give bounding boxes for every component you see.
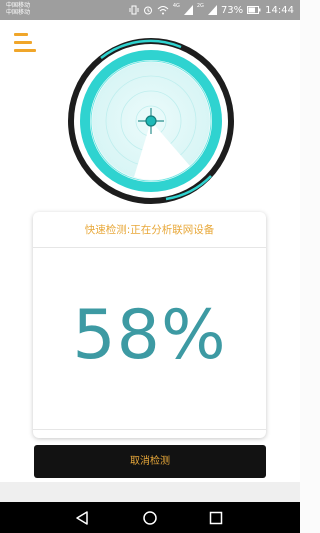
hamburger-menu-icon-line-1 (14, 33, 28, 36)
main-content: 快速检测:正在分析联网设备 58% 取消检测 (0, 20, 300, 502)
alarm-icon (143, 6, 152, 15)
clock: 14:44 (265, 4, 294, 16)
carrier-label-1: 中国移动 (6, 2, 31, 9)
scan-status-text: 快速检测:正在分析联网设备 (33, 212, 266, 248)
signal-strength-icon-2 (207, 5, 217, 15)
menu-button[interactable] (14, 32, 36, 54)
radar-scan-icon (68, 38, 234, 204)
recent-square-icon[interactable] (207, 509, 225, 527)
carrier-info: 中国移动 中国移动 (6, 2, 30, 16)
bottom-strip (0, 482, 300, 502)
scan-panel: 快速检测:正在分析联网设备 58% (33, 212, 266, 438)
battery-icon (247, 6, 261, 14)
signal-tag-2: 2G (196, 3, 204, 9)
back-triangle-icon[interactable] (73, 509, 91, 527)
wifi-icon (157, 6, 169, 15)
home-circle-icon[interactable] (141, 509, 159, 527)
signal-strength-icon (183, 5, 193, 15)
hamburger-menu-icon-line-2 (14, 41, 32, 44)
status-icons: 4G 2G 73% 14:44 (129, 4, 294, 16)
carrier-label-2: 中国移动 (6, 9, 31, 16)
cancel-scan-button[interactable]: 取消检测 (34, 445, 266, 478)
panel-divider (33, 429, 266, 430)
status-bar: 中国移动 中国移动 4G 2G 73% 14:44 (0, 0, 300, 20)
vibrate-icon (129, 5, 139, 15)
system-nav-bar (0, 502, 300, 533)
scan-progress-percent: 58% (72, 296, 227, 375)
signal-tag-1: 4G (172, 3, 180, 9)
radar-center-dot (145, 115, 157, 127)
battery-percent: 73% (220, 4, 244, 16)
hamburger-menu-icon-line-3 (14, 49, 36, 52)
